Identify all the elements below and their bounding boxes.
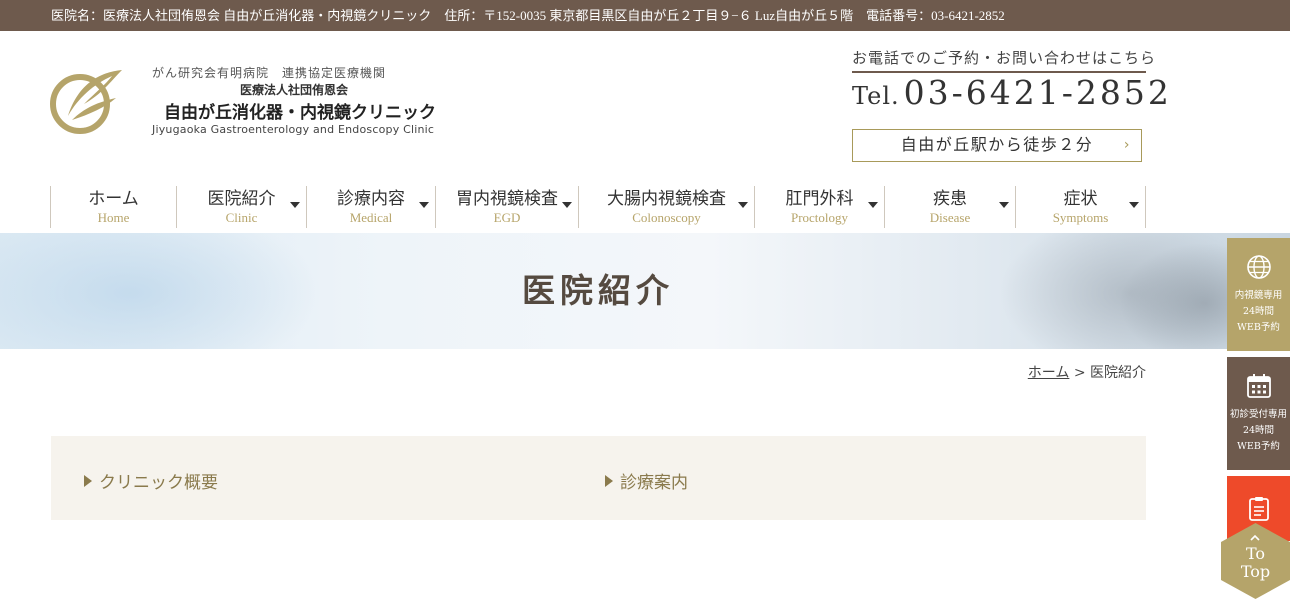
breadcrumb-separator: > (1073, 365, 1086, 381)
caret-down-icon (1129, 202, 1139, 208)
section-links-box: クリニック概要 診療案内 (51, 436, 1146, 520)
endoscopy-web-reservation-button[interactable]: 内視鏡専用 24時間 WEB予約 (1227, 238, 1290, 351)
nav-item-proctology[interactable]: 肛門外科 Proctology (754, 186, 884, 228)
calendar-icon (1246, 374, 1271, 398)
nav-sublabel: Medical (349, 210, 393, 225)
nav-item-egd[interactable]: 胃内視鏡検査 EGD (435, 186, 578, 228)
globe-icon (1246, 255, 1271, 279)
clinic-logo[interactable] (50, 64, 128, 134)
tel-prefix: Tel. (852, 82, 900, 110)
to-top-label: To Top (1240, 544, 1271, 581)
nav-item-clinic[interactable]: 医院紹介 Clinic (176, 186, 306, 228)
nav-label: 大腸内視鏡検査 (607, 189, 726, 209)
caret-down-icon (738, 202, 748, 208)
clinic-name: 自由が丘消化器・内視鏡クリニック (164, 103, 436, 123)
top-info-bar: 医院名：医療法人社団侑恩会 自由が丘消化器・内視鏡クリニック 住所：〒152-0… (0, 0, 1290, 31)
caret-down-icon (562, 202, 572, 208)
nav-sublabel: EGD (493, 210, 521, 225)
page-title: 医院紹介 (522, 271, 674, 310)
global-nav: ホーム Home 医院紹介 Clinic 診療内容 Medical 胃内視鏡検査… (50, 186, 1146, 230)
nav-sublabel: Clinic (225, 210, 258, 225)
nav-item-disease[interactable]: 疾患 Disease (884, 186, 1015, 228)
nav-label: 診療内容 (337, 189, 405, 209)
first-visit-web-reservation-button[interactable]: 初診受付専用 24時間 WEB予約 (1227, 357, 1290, 470)
access-button-label: 自由が丘駅から徒歩２分 (900, 135, 1094, 154)
tel-number-link[interactable]: Tel. 03-6421-2852 (852, 73, 1172, 112)
page-hero-banner: 医院紹介 (0, 233, 1290, 349)
side-button-label: 内視鏡専用 24時間 WEB予約 (1234, 290, 1283, 333)
caret-down-icon (419, 202, 429, 208)
tel-caption: お電話でのご予約・お問い合わせはこちら (852, 47, 1155, 73)
nav-label: ホーム (88, 189, 139, 209)
link-label: 診療案内 (620, 473, 688, 493)
chevron-up-icon (1250, 534, 1260, 541)
caret-down-icon (868, 202, 878, 208)
nav-item-colonoscopy[interactable]: 大腸内視鏡検査 Colonoscopy (578, 186, 754, 228)
nav-sublabel: Proctology (790, 210, 849, 225)
access-button[interactable]: 自由が丘駅から徒歩２分 › (852, 129, 1142, 162)
nav-sublabel: Disease (929, 210, 971, 225)
side-button-label: 初診受付専用 24時間 WEB予約 (1229, 409, 1287, 452)
nav-label: 肛門外科 (785, 189, 854, 209)
clinic-name-english: Jiyugaoka Gastroenterology and Endoscopy… (152, 123, 435, 136)
nav-sublabel: Symptoms (1052, 210, 1109, 225)
nav-label: 医院紹介 (207, 189, 276, 209)
chevron-right-icon: › (1123, 137, 1131, 153)
tel-number: 03-6421-2852 (903, 73, 1172, 112)
link-clinic-overview[interactable]: クリニック概要 (84, 468, 218, 493)
caret-down-icon (290, 202, 300, 208)
nav-item-medical[interactable]: 診療内容 Medical (306, 186, 435, 228)
link-label: クリニック概要 (99, 473, 218, 493)
nav-item-home[interactable]: ホーム Home (50, 186, 176, 228)
breadcrumb-current: 医院紹介 (1090, 365, 1146, 381)
triangle-right-icon (605, 475, 613, 487)
triangle-right-icon (84, 475, 92, 487)
nav-label: 胃内視鏡検査 (456, 189, 558, 209)
link-medical-guide[interactable]: 診療案内 (605, 468, 688, 493)
corporation-name: 医療法人社団侑恩会 (240, 83, 349, 97)
clinic-logo-text[interactable]: がん研究会有明病院 連携協定医療機関 医療法人社団侑恩会 自由が丘消化器・内視鏡… (152, 64, 472, 136)
breadcrumb: ホーム > 医院紹介 (1028, 362, 1146, 382)
document-icon (1248, 497, 1269, 521)
affiliation-text: がん研究会有明病院 連携協定医療機関 (152, 66, 387, 80)
nav-label: 疾患 (933, 189, 967, 209)
breadcrumb-home-link[interactable]: ホーム (1028, 365, 1070, 381)
clinic-info-text: 医院名：医療法人社団侑恩会 自由が丘消化器・内視鏡クリニック 住所：〒152-0… (51, 8, 1005, 23)
nav-label: 症状 (1063, 189, 1098, 209)
caret-down-icon (999, 202, 1009, 208)
nav-sublabel: Home (97, 210, 130, 225)
nav-sublabel: Colonoscopy (632, 210, 701, 225)
nav-item-symptoms[interactable]: 症状 Symptoms (1015, 186, 1146, 228)
